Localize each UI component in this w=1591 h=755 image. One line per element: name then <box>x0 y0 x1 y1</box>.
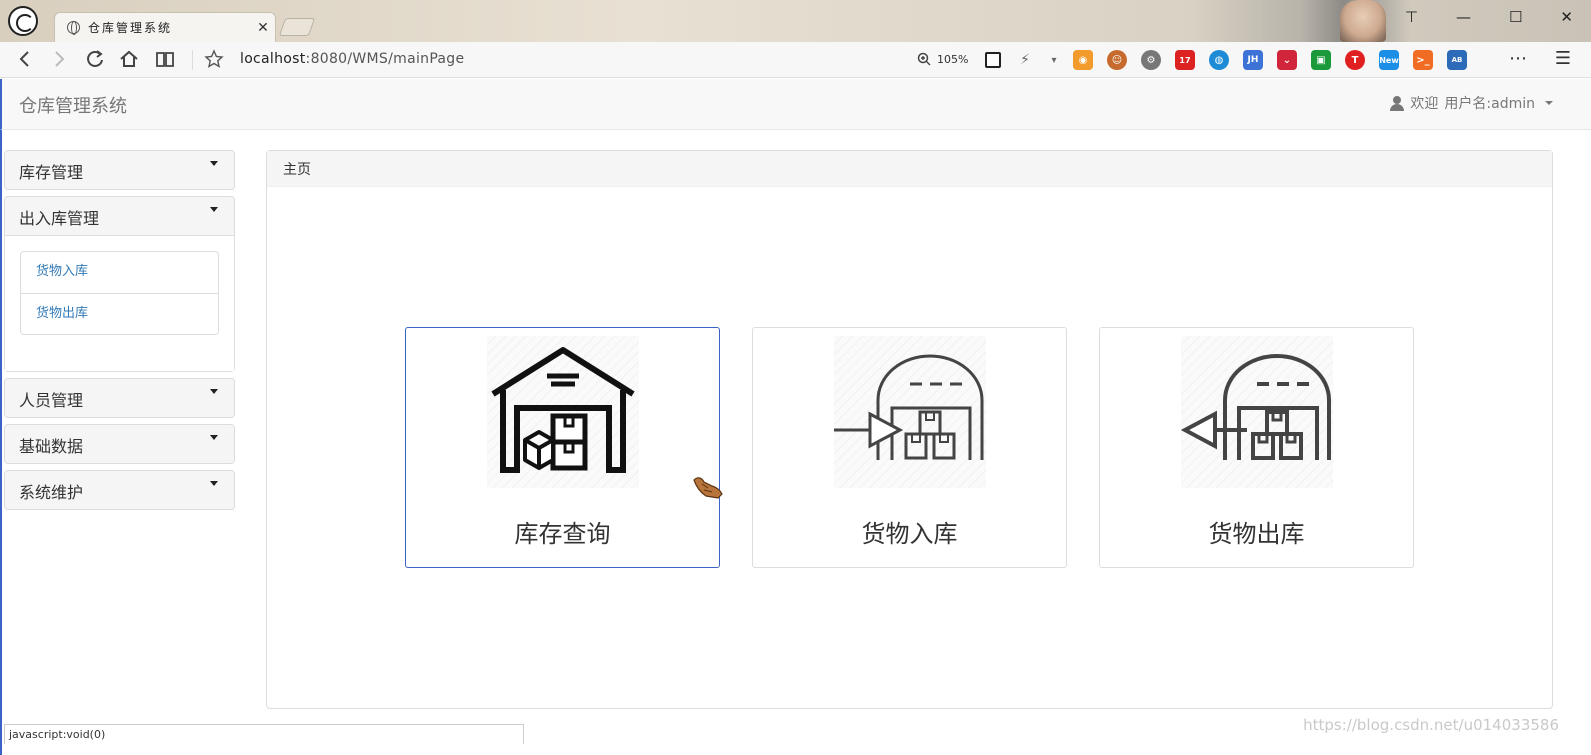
caret-down-icon <box>210 161 218 166</box>
jh-extension-icon[interactable]: JH <box>1243 50 1263 70</box>
user-menu[interactable]: 欢迎 用户名:admin <box>1390 93 1553 113</box>
user-icon <box>1390 95 1405 111</box>
watermark-text: https://blog.csdn.net/u014033586 <box>1303 716 1559 734</box>
extension-icons: ⚡ ▾ ◉ ☺ ⚙ 17 ◍ JH ⌄ ▣ T New >_ AB <box>985 50 1467 70</box>
caret-down-icon <box>210 481 218 486</box>
card-inventory-query[interactable]: 库存查询 <box>405 327 720 568</box>
caret-down-icon <box>210 435 218 440</box>
window-controls: ⊤ — ☐ ✕ <box>1405 8 1573 26</box>
browser-toolbar: localhost:8080/WMS/mainPage 105% ⚡ ▾ ◉ ☺… <box>0 42 1591 78</box>
card-goods-inbound[interactable]: 货物入库 <box>752 327 1067 568</box>
home-icon[interactable] <box>119 49 139 69</box>
sidebar-item-system[interactable]: 系统维护 <box>5 471 234 509</box>
url-host: localhost <box>240 51 306 67</box>
sidebar-panel-base-data: 基础数据 <box>4 424 235 464</box>
status-bar: javascript:void(0) <box>4 724 524 744</box>
sidebar-item-label: 库存管理 <box>19 163 84 182</box>
new-tab-button[interactable] <box>278 18 316 36</box>
browser-titlebar: 仓库管理系统 ✕ ⊤ — ☐ ✕ <box>0 0 1591 42</box>
sidebar-item-label: 系统维护 <box>19 483 84 502</box>
sidebar-panel-body: 货物入库 货物出库 <box>5 235 234 371</box>
card-label: 货物入库 <box>861 520 958 548</box>
card-goods-outbound[interactable]: 货物出库 <box>1099 327 1414 568</box>
forward-icon[interactable] <box>50 49 68 69</box>
green-square-icon[interactable]: ▣ <box>1311 50 1331 70</box>
zoom-icon <box>917 52 931 66</box>
skin-button[interactable]: ⊤ <box>1405 8 1418 26</box>
app-brand[interactable]: 仓库管理系统 <box>19 92 127 118</box>
sidebar-item-label: 基础数据 <box>19 437 84 456</box>
app-navbar: 仓库管理系统 欢迎 用户名:admin <box>0 79 1591 130</box>
zoom-indicator[interactable]: 105% <box>917 52 968 66</box>
browser-tab[interactable]: 仓库管理系统 ✕ <box>54 12 276 42</box>
gamepad-icon[interactable]: ◉ <box>1073 50 1093 70</box>
shield-icon[interactable]: AB <box>1447 50 1467 70</box>
zoom-level: 105% <box>937 52 969 66</box>
menu-icon[interactable]: ☰ <box>1555 48 1571 69</box>
globe-icon <box>67 21 80 35</box>
warehouse-icon <box>487 336 639 488</box>
caret-down-icon <box>210 207 218 212</box>
page-title: 主页 <box>267 151 1552 187</box>
address-bar[interactable]: localhost:8080/WMS/mainPage <box>240 51 464 67</box>
reload-icon[interactable] <box>85 49 105 69</box>
tab-title: 仓库管理系统 <box>88 21 173 35</box>
qr-code-icon[interactable] <box>985 52 1001 68</box>
globe-extension-icon[interactable]: ◍ <box>1209 50 1229 70</box>
calendar-icon[interactable]: 17 <box>1175 50 1195 70</box>
hand-cursor-icon <box>693 477 723 499</box>
outbound-icon <box>1180 336 1333 488</box>
submenu-link-inbound[interactable]: 货物入库 <box>21 252 218 293</box>
skin-background-image <box>1190 0 1410 42</box>
sidebar-panel-inventory: 库存管理 <box>4 150 235 190</box>
minimize-button[interactable]: — <box>1456 8 1471 26</box>
sidebar-item-stock-io[interactable]: 出入库管理 <box>5 197 234 235</box>
browser-logo-icon[interactable] <box>8 6 38 36</box>
card-label: 库存查询 <box>514 520 611 548</box>
chevron-down-icon[interactable]: ▾ <box>1049 50 1059 70</box>
bookmark-star-icon[interactable] <box>204 49 224 69</box>
username-text: 用户名:admin <box>1444 96 1535 112</box>
sidebar: 库存管理 出入库管理 货物入库 货物出库 人员管理 基础数据 系统维护 <box>4 150 235 516</box>
sidebar-panel-system: 系统维护 <box>4 470 235 510</box>
monkey-icon[interactable]: ☺ <box>1107 50 1127 70</box>
back-icon[interactable] <box>16 49 34 69</box>
sidebar-item-label: 人员管理 <box>19 391 84 410</box>
sidebar-item-personnel[interactable]: 人员管理 <box>5 379 234 417</box>
sidebar-item-inventory[interactable]: 库存管理 <box>5 151 234 189</box>
sidebar-panel-stock-io: 出入库管理 货物入库 货物出库 <box>4 196 235 372</box>
t-extension-icon[interactable]: T <box>1345 50 1365 70</box>
terminal-icon[interactable]: >_ <box>1413 50 1433 70</box>
main-panel: 主页 库存查询 货物入库 货物出库 <box>266 150 1553 709</box>
page-left-border <box>0 79 2 755</box>
welcome-text: 欢迎 <box>1410 96 1439 112</box>
submenu-link-outbound[interactable]: 货物出库 <box>21 293 218 334</box>
sidebar-item-base-data[interactable]: 基础数据 <box>5 425 234 463</box>
url-path: :8080/WMS/mainPage <box>305 51 465 67</box>
gear-icon[interactable]: ⚙ <box>1141 50 1161 70</box>
card-label: 货物出库 <box>1208 520 1305 548</box>
caret-down-icon <box>210 389 218 394</box>
sidebar-submenu: 货物入库 货物出库 <box>20 251 219 335</box>
sidebar-panel-personnel: 人员管理 <box>4 378 235 418</box>
lightning-icon[interactable]: ⚡ <box>1015 50 1035 70</box>
pocket-icon[interactable]: ⌄ <box>1277 50 1297 70</box>
reader-icon[interactable] <box>155 49 175 69</box>
inbound-icon <box>834 336 986 488</box>
more-icon[interactable]: ⋯ <box>1509 48 1527 69</box>
tab-close-icon[interactable]: ✕ <box>251 20 275 36</box>
close-window-button[interactable]: ✕ <box>1560 8 1573 26</box>
maximize-button[interactable]: ☐ <box>1509 8 1522 26</box>
sidebar-item-label: 出入库管理 <box>19 209 100 228</box>
caret-down-icon <box>1545 101 1553 105</box>
new-extension-icon[interactable]: New <box>1379 50 1399 70</box>
